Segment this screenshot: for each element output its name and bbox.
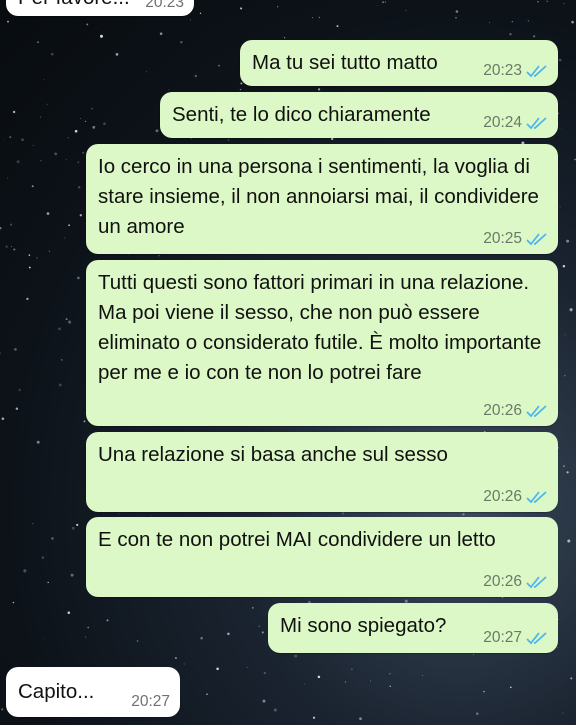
message-text: E con te non potrei MAI condividere un l… (98, 528, 496, 551)
message-bubble-outgoing[interactable]: Senti, te lo dico chiaramente 20:24 (160, 92, 558, 138)
message-time: 20:26 (483, 488, 522, 505)
message-bubble-outgoing[interactable]: E con te non potrei MAI condividere un l… (86, 517, 558, 597)
message-meta: 20:26 (483, 573, 548, 591)
message-time: 20:26 (483, 573, 522, 590)
message-meta: 20:27 (131, 693, 170, 711)
message-meta: 20:26 (483, 402, 548, 420)
read-ticks-icon (526, 233, 547, 246)
message-time: 20:25 (483, 230, 522, 247)
message-bubble-outgoing[interactable]: Ma tu sei tutto matto 20:23 (240, 40, 558, 86)
message-text: Una relazione si basa anche sul sesso (98, 443, 448, 466)
message-bubble-incoming[interactable]: Capito... 20:27 (6, 667, 180, 717)
message-time: 20:27 (131, 693, 170, 710)
message-time: 20:27 (483, 629, 522, 646)
message-bubble-outgoing[interactable]: Io cerco in una persona i sentimenti, la… (86, 144, 558, 254)
read-ticks-icon (526, 405, 547, 418)
message-text: Tutti questi sono fattori primari in una… (98, 271, 542, 384)
message-bubble-outgoing[interactable]: Mi sono spiegato? 20:27 (268, 603, 558, 653)
read-ticks-icon (526, 491, 547, 504)
message-meta: 20:24 (483, 114, 548, 132)
message-meta: 20:26 (483, 488, 548, 506)
message-meta: 20:23 (145, 0, 184, 12)
message-bubble-outgoing[interactable]: Tutti questi sono fattori primari in una… (86, 260, 558, 426)
read-ticks-icon (526, 632, 547, 645)
message-time: 20:26 (483, 402, 522, 419)
message-time: 20:23 (483, 62, 522, 79)
message-bubble-incoming[interactable]: Per favore... 20:23 (6, 0, 194, 16)
read-ticks-icon (526, 576, 547, 589)
message-time: 20:24 (483, 114, 522, 131)
message-meta: 20:25 (483, 230, 548, 248)
read-ticks-icon (526, 65, 547, 78)
message-meta: 20:27 (483, 629, 548, 647)
message-bubble-outgoing[interactable]: Una relazione si basa anche sul sesso 20… (86, 432, 558, 512)
message-time: 20:23 (145, 0, 184, 11)
message-meta: 20:23 (483, 62, 548, 80)
message-text: Io cerco in una persona i sentimenti, la… (98, 155, 539, 238)
read-ticks-icon (526, 117, 547, 130)
